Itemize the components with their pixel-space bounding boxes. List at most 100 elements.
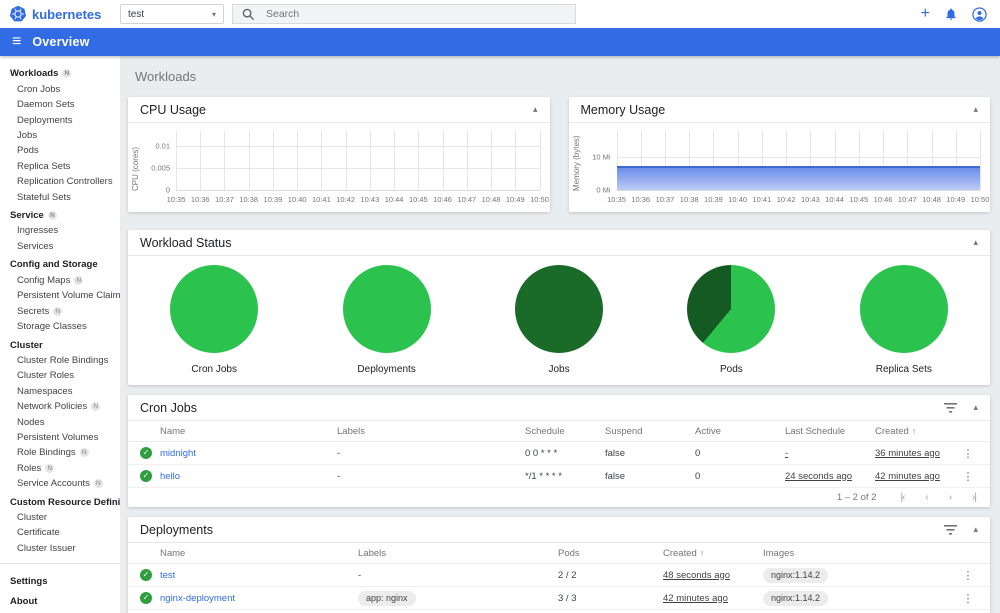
sidebar-item-cluster-role-bindings[interactable]: Cluster Role Bindings [0,353,120,368]
sidebar-item-cron-jobs[interactable]: Cron Jobs [0,82,120,97]
sidebar-item-cluster-roles[interactable]: Cluster Roles [0,368,120,383]
x-tick-label: 10:44 [825,195,844,204]
sidebar-item-certificate[interactable]: Certificate [0,525,120,540]
pie-label: Pods [720,364,743,375]
sidebar-item-pods[interactable]: Pods [0,143,120,158]
sidebar-item-network-policies[interactable]: Network Policies N [0,399,120,414]
namespace-selector[interactable]: test ▾ [120,4,224,24]
x-tick-label: 10:39 [704,195,723,204]
sidebar-item-cluster[interactable]: Cluster [0,510,120,525]
column-header-created[interactable]: Created ↑ [875,426,954,437]
sidebar-item-services[interactable]: Services [0,239,120,254]
search-input[interactable] [264,7,566,21]
column-header-labels[interactable]: Labels [358,548,558,559]
resource-link[interactable]: test [160,570,358,581]
pie-label: Jobs [548,364,570,375]
cpu-usage-card: CPU Usage ▴ CPU (cores) 10:35 10:36 10:37 1… [128,97,550,212]
sidebar-item-label: About [10,595,38,607]
first-page-button[interactable]: |‹ [900,492,905,503]
cell-value: 0 [695,470,701,482]
create-resource-button[interactable]: + [921,6,930,22]
kubernetes-logo[interactable]: kubernetes [0,5,112,23]
gridline [394,131,396,190]
namespaced-badge: N [45,463,55,473]
sidebar-item-label: Persistent Volumes [17,431,99,443]
sidebar-item-roles[interactable]: Roles N [0,461,120,476]
x-tick-label: 10:43 [800,195,820,204]
column-header-name[interactable]: Name [160,426,337,437]
collapse-icon[interactable]: ▴ [973,402,978,413]
row-menu-button[interactable]: ⋮ [963,592,974,605]
gridline [418,131,420,190]
chevron-down-icon: ▾ [211,9,216,19]
column-header-schedule[interactable]: Schedule [525,426,605,437]
table-row: ✓ nginx-deployment app: nginx 3 / 3 42 minut… [128,587,990,610]
sidebar-item-service-accounts[interactable]: Service Accounts N [0,476,120,491]
column-header-active[interactable]: Active [695,426,785,437]
sidebar-item-config-maps[interactable]: Config Maps N [0,273,120,288]
sidebar-item-replication-controllers[interactable]: Replication Controllers [0,174,120,189]
cell-value: 24 seconds ago [785,470,853,482]
sidebar-item-daemon-sets[interactable]: Daemon Sets [0,97,120,112]
sidebar-item-about[interactable]: About [0,591,120,611]
column-header-last-schedule[interactable]: Last Schedule [785,426,875,437]
sidebar-item-deployments[interactable]: Deployments [0,112,120,127]
cell-value: app: nginx [358,590,416,606]
sidebar-item-replica-sets[interactable]: Replica Sets [0,159,120,174]
resource-link[interactable]: hello [160,471,337,482]
x-tick-label: 10:43 [360,195,380,204]
sidebar-item-persistent-volumes[interactable]: Persistent Volumes [0,430,120,445]
sidebar-item-namespaces[interactable]: Namespaces [0,384,120,399]
cell-value: 3 / 3 [558,592,577,604]
resource-link[interactable]: midnight [160,448,337,459]
y-tick-label: 0 [165,185,170,195]
pie-label: Deployments [357,364,416,375]
namespaced-badge: N [53,306,63,316]
sidebar-item-role-bindings[interactable]: Role Bindings N [0,445,120,460]
column-header-created[interactable]: Created ↑ [663,548,763,559]
sidebar-item-settings[interactable]: Settings [0,571,120,591]
x-tick-label: 10:40 [287,195,307,204]
account-button[interactable] [972,6,987,22]
cell-value: false [605,470,626,482]
sidebar-item-jobs[interactable]: Jobs [0,128,120,143]
filter-icon [944,402,958,413]
collapse-icon[interactable]: ▴ [973,524,978,535]
column-header-name[interactable]: Name [160,548,358,559]
next-page-button[interactable]: › [949,492,953,503]
resource-link[interactable]: nginx-deployment [160,593,358,604]
bell-icon [946,8,956,20]
memory-usage-chart: Memory (bytes) 10:35 10:36 10:37 10:38 10:39… [569,123,991,211]
collapse-icon[interactable]: ▴ [973,237,978,248]
sidebar-item-service[interactable]: Service N [0,208,120,223]
notifications-button[interactable] [944,7,958,21]
pie-chart [170,265,259,353]
prev-page-button[interactable]: ‹ [925,492,929,503]
row-menu-button[interactable]: ⋮ [963,470,974,483]
column-header-labels[interactable]: Labels [337,426,525,437]
sidebar-item-cluster-issuer[interactable]: Cluster Issuer [0,541,120,556]
menu-button[interactable]: ≡ [0,34,32,50]
filter-button[interactable] [944,524,958,535]
row-menu-button[interactable]: ⋮ [963,447,974,460]
sidebar-item-storage-classes[interactable]: Storage Classes [0,319,120,334]
sidebar-item-label: Cluster Roles [17,370,75,382]
filter-button[interactable] [944,402,958,413]
column-header-pods[interactable]: Pods [558,548,663,559]
x-tick-label: 10:36 [190,195,210,204]
sidebar-item-stateful-sets[interactable]: Stateful Sets [0,189,120,204]
collapse-icon[interactable]: ▴ [533,104,538,115]
column-header-suspend[interactable]: Suspend [605,426,695,437]
sidebar-item-secrets[interactable]: Secrets N [0,303,120,318]
x-tick-label: 10:35 [607,195,626,204]
sidebar-item-nodes[interactable]: Nodes [0,414,120,429]
last-page-button[interactable]: ›| [972,492,977,503]
collapse-icon[interactable]: ▴ [973,104,978,115]
sidebar-item-workloads[interactable]: Workloads N [0,66,120,81]
column-header-images[interactable]: Images [763,548,954,559]
sidebar-item-ingresses[interactable]: Ingresses [0,223,120,238]
sidebar-item-persistent-volume-claims[interactable]: Persistent Volume ClaimsN [0,288,120,303]
row-menu-button[interactable]: ⋮ [963,569,974,582]
sidebar-nav: Workloads N Cron Jobs Daemon Sets Deployment… [0,56,120,613]
sidebar-item-label: Role Bindings [17,447,76,459]
